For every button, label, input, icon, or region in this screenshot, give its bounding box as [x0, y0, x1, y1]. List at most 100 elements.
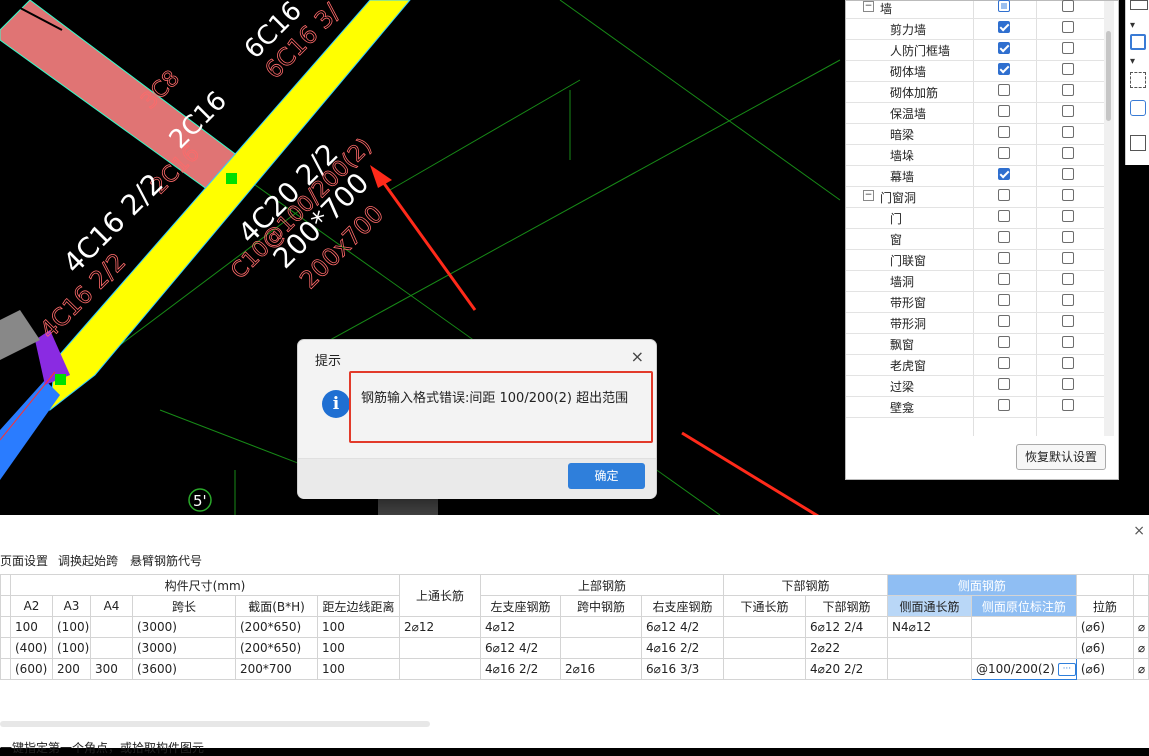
table-cell[interactable]: 2⌀16: [560, 658, 642, 680]
column-header[interactable]: A4: [90, 595, 133, 617]
cantilever-code-link[interactable]: 悬臂钢筋代号: [130, 552, 202, 569]
more-icon[interactable]: ···: [1057, 663, 1076, 676]
show-name-checkbox[interactable]: [1062, 105, 1074, 117]
layer-row[interactable]: 老虎窗: [846, 354, 1104, 376]
3d-view-icon[interactable]: [1130, 100, 1146, 116]
layer-row[interactable]: 门: [846, 207, 1104, 229]
layer-row[interactable]: 门联窗: [846, 249, 1104, 271]
table-cell[interactable]: ⌀: [1132, 658, 1149, 680]
layer-row[interactable]: − 门窗洞: [846, 186, 1104, 208]
table-cell[interactable]: [887, 637, 972, 659]
table-cell[interactable]: @100/200(2) ···: [971, 658, 1077, 680]
show-checkbox[interactable]: [998, 21, 1010, 33]
layer-row[interactable]: 壁龛: [846, 396, 1104, 418]
collapse-icon[interactable]: −: [863, 1, 874, 12]
layer-row[interactable]: 过梁: [846, 375, 1104, 397]
column-header[interactable]: A2: [10, 595, 53, 617]
layer-row[interactable]: 剪力墙: [846, 18, 1104, 40]
list-icon[interactable]: [1130, 135, 1146, 151]
column-header[interactable]: [1132, 595, 1149, 617]
table-cell[interactable]: 4⌀16 2/2: [641, 637, 724, 659]
column-header[interactable]: 下通长筋: [723, 595, 806, 617]
panel-scrollbar[interactable]: [1104, 1, 1114, 436]
table-cell[interactable]: (3000): [132, 637, 236, 659]
layer-row[interactable]: 砌体加筋: [846, 81, 1104, 103]
show-checkbox[interactable]: [998, 210, 1010, 222]
show-name-checkbox[interactable]: [1062, 0, 1074, 12]
table-cell[interactable]: 300: [90, 658, 133, 680]
show-name-checkbox[interactable]: [1062, 63, 1074, 75]
table-cell[interactable]: [90, 637, 133, 659]
column-header[interactable]: 拉筋: [1075, 595, 1134, 617]
table-row[interactable]: (600) 200 300 (3600) 200*700 100 4⌀16 2/2 2⌀16 6…: [0, 658, 1149, 680]
table-cell[interactable]: 6⌀12 4/2: [480, 637, 561, 659]
table-cell[interactable]: 100: [10, 616, 53, 638]
table-cell[interactable]: 100: [317, 658, 400, 680]
show-name-checkbox[interactable]: [1062, 294, 1074, 306]
column-header[interactable]: 截面(B*H): [235, 595, 318, 617]
show-name-checkbox[interactable]: [1062, 252, 1074, 264]
table-cell[interactable]: (600): [10, 658, 53, 680]
column-header[interactable]: 侧面原位标注筋: [971, 595, 1077, 617]
show-checkbox[interactable]: [998, 0, 1010, 12]
show-checkbox[interactable]: [998, 315, 1010, 327]
table-cell[interactable]: N4⌀12: [887, 616, 972, 638]
table-cell[interactable]: (3000): [132, 616, 236, 638]
show-checkbox[interactable]: [998, 294, 1010, 306]
column-header[interactable]: 跨中钢筋: [560, 595, 642, 617]
table-cell[interactable]: (⌀6): [1075, 616, 1134, 638]
table-cell[interactable]: (200*650): [235, 616, 318, 638]
table-cell[interactable]: [399, 658, 481, 680]
table-cell[interactable]: [560, 616, 642, 638]
table-cell[interactable]: 100: [317, 616, 400, 638]
collapse-icon[interactable]: −: [863, 190, 874, 201]
layer-row[interactable]: 窗: [846, 228, 1104, 250]
table-cell[interactable]: 4⌀16 2/2: [480, 658, 561, 680]
show-checkbox[interactable]: [998, 105, 1010, 117]
close-icon[interactable]: ×: [1133, 523, 1145, 539]
column-header[interactable]: 下部钢筋: [805, 595, 888, 617]
layer-row[interactable]: 带形洞: [846, 312, 1104, 334]
show-name-checkbox[interactable]: [1062, 336, 1074, 348]
table-cell[interactable]: (100): [52, 637, 91, 659]
table-cell[interactable]: 2⌀22: [805, 637, 888, 659]
show-checkbox[interactable]: [998, 336, 1010, 348]
table-cell[interactable]: 6⌀12 2/4: [805, 616, 888, 638]
table-cell[interactable]: 2⌀12: [399, 616, 481, 638]
column-header[interactable]: 跨长: [132, 595, 236, 617]
show-name-checkbox[interactable]: [1062, 168, 1074, 180]
show-name-checkbox[interactable]: [1062, 357, 1074, 369]
table-cell[interactable]: ⌀: [1132, 637, 1149, 659]
table-cell[interactable]: 200: [52, 658, 91, 680]
table-cell[interactable]: [971, 616, 1077, 638]
layer-row[interactable]: 砌体墙: [846, 60, 1104, 82]
show-name-checkbox[interactable]: [1062, 42, 1074, 54]
table-cell[interactable]: 6⌀16 3/3: [641, 658, 724, 680]
show-name-checkbox[interactable]: [1062, 126, 1074, 138]
table-cell[interactable]: [971, 637, 1077, 659]
show-checkbox[interactable]: [998, 231, 1010, 243]
restore-default-button[interactable]: 恢复默认设置: [1016, 444, 1106, 470]
layer-row[interactable]: 墙洞: [846, 270, 1104, 292]
table-cell[interactable]: 6⌀12 4/2: [641, 616, 724, 638]
box-icon[interactable]: [1130, 0, 1148, 10]
table-cell[interactable]: [723, 616, 806, 638]
layer-row[interactable]: 暗梁: [846, 123, 1104, 145]
table-cell[interactable]: (200*650): [235, 637, 318, 659]
table-cell[interactable]: (⌀6): [1075, 658, 1134, 680]
table-cell[interactable]: [560, 637, 642, 659]
show-name-checkbox[interactable]: [1062, 231, 1074, 243]
show-name-checkbox[interactable]: [1062, 147, 1074, 159]
table-row[interactable]: (400) (100) (3000) (200*650) 100 6⌀12 4/2 4⌀16…: [0, 637, 1149, 659]
layer-row[interactable]: 人防门框墙: [846, 39, 1104, 61]
table-cell[interactable]: [887, 658, 972, 680]
show-name-checkbox[interactable]: [1062, 84, 1074, 96]
show-checkbox[interactable]: [998, 84, 1010, 96]
show-checkbox[interactable]: [998, 189, 1010, 201]
table-cell[interactable]: [399, 637, 481, 659]
layer-row[interactable]: 墙垛: [846, 144, 1104, 166]
table-cell[interactable]: [90, 616, 133, 638]
page-setup-link[interactable]: 页面设置: [0, 552, 48, 569]
show-checkbox[interactable]: [998, 168, 1010, 180]
show-checkbox[interactable]: [998, 378, 1010, 390]
